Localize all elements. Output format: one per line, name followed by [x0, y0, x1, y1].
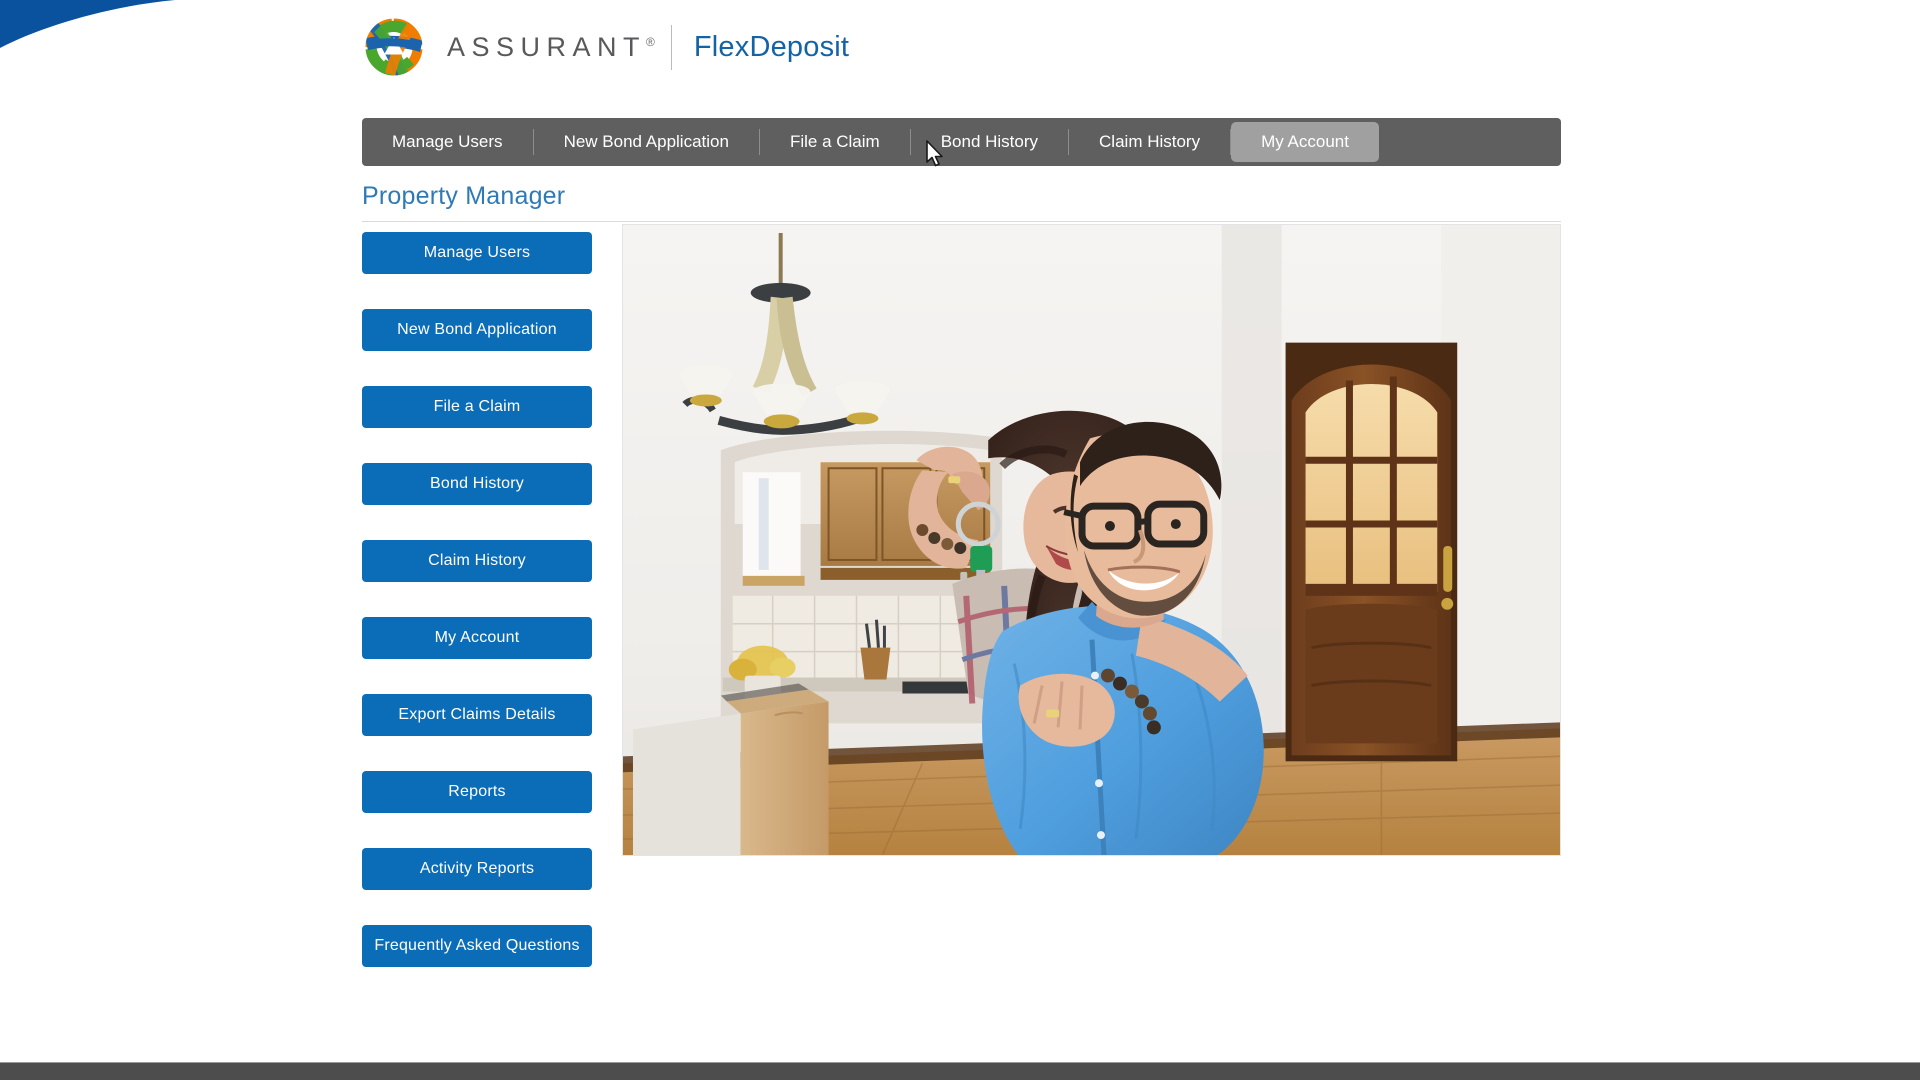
registered-trademark-icon: ® — [646, 34, 655, 49]
nav-item-new-bond-application[interactable]: New Bond Application — [534, 118, 759, 166]
nav-tail-spacer — [1379, 118, 1561, 166]
title-divider — [362, 221, 1561, 222]
sidebar-button-reports[interactable]: Reports — [362, 771, 592, 813]
sidebar-button-manage-users[interactable]: Manage Users — [362, 232, 592, 274]
sidebar-button-claim-history[interactable]: Claim History — [362, 540, 592, 582]
sidebar-button-new-bond-application[interactable]: New Bond Application — [362, 309, 592, 351]
sidebar-menu: Manage Users New Bond Application File a… — [362, 232, 592, 967]
sidebar-button-my-account[interactable]: My Account — [362, 617, 592, 659]
sidebar-button-file-a-claim[interactable]: File a Claim — [362, 386, 592, 428]
company-wordmark: ASSURANT® — [447, 32, 655, 63]
footer-bar — [0, 1062, 1920, 1080]
front-door — [1285, 342, 1458, 762]
sidebar-button-export-claims-details[interactable]: Export Claims Details — [362, 694, 592, 736]
main-navigation: Manage Users New Bond Application File a… — [362, 118, 1561, 166]
brand-divider — [670, 24, 672, 70]
hero-image — [622, 224, 1561, 856]
assurant-pinwheel-logo-icon — [364, 17, 424, 77]
page-title: Property Manager — [362, 182, 566, 210]
nav-item-file-a-claim[interactable]: File a Claim — [760, 118, 910, 166]
app-page: ASSURANT® FlexDeposit Manage Users New B… — [0, 0, 1920, 1080]
sidebar-button-bond-history[interactable]: Bond History — [362, 463, 592, 505]
company-name: ASSURANT — [447, 31, 647, 62]
blue-swoosh-decoration — [0, 0, 240, 70]
sidebar-button-frequently-asked-questions[interactable]: Frequently Asked Questions — [362, 925, 592, 967]
nav-item-bond-history[interactable]: Bond History — [911, 118, 1068, 166]
nav-item-my-account[interactable]: My Account — [1231, 122, 1379, 162]
sidebar-button-activity-reports[interactable]: Activity Reports — [362, 848, 592, 890]
nav-item-manage-users[interactable]: Manage Users — [362, 118, 533, 166]
product-name: FlexDeposit — [693, 30, 850, 63]
nav-item-claim-history[interactable]: Claim History — [1069, 118, 1230, 166]
brand-header: ASSURANT® FlexDeposit — [363, 16, 849, 78]
